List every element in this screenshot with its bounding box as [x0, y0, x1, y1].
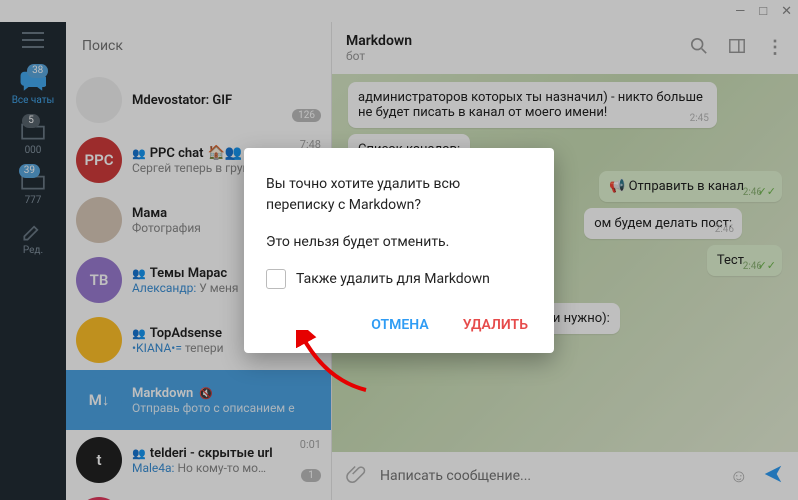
modal-overlay[interactable]: Вы точно хотите удалить всю переписку с … [0, 0, 798, 500]
delete-dialog: Вы точно хотите удалить всю переписку с … [244, 148, 554, 353]
checkbox-label: Также удалить для Markdown [296, 271, 490, 287]
cancel-button[interactable]: ОТМЕНА [367, 311, 432, 339]
dialog-text-2: Это нельзя будет отменить. [266, 232, 532, 253]
dialog-text-1: Вы точно хотите удалить всю переписку с … [266, 174, 532, 216]
delete-button[interactable]: УДАЛИТЬ [459, 311, 532, 339]
also-delete-checkbox[interactable] [266, 269, 286, 289]
